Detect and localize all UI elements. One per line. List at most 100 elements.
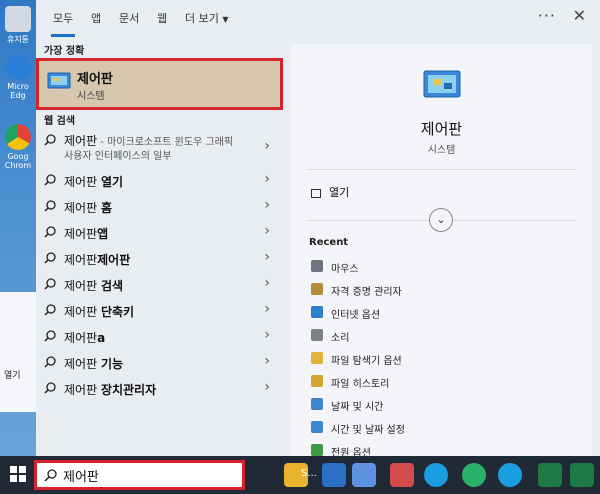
- settings-applet-icon: [311, 283, 323, 295]
- desktop-icon-chrome[interactable]: Goog Chrom: [3, 124, 33, 170]
- settings-applet-icon: [311, 306, 323, 318]
- suggestion-plain: 제어판: [64, 357, 101, 371]
- taskbar-app-label: S...: [301, 468, 317, 479]
- taskbar-app-app-blue-icon[interactable]: [352, 463, 376, 487]
- recent-item-label: 파일 히스토리: [331, 379, 390, 390]
- tab-more[interactable]: 더 보기 ▼: [185, 10, 229, 26]
- tab-more-label: 더 보기: [185, 12, 219, 25]
- recent-item[interactable]: 자격 증명 관리자: [311, 280, 581, 300]
- search-icon: [44, 134, 56, 146]
- suggestion-text: 제어판 검색: [64, 277, 123, 294]
- suggestion-plain: 제어판: [64, 331, 98, 345]
- best-match-item[interactable]: 제어판 시스템: [36, 58, 283, 110]
- divider: [307, 169, 577, 170]
- web-result-main[interactable]: 제어판 - 마이크로소프트 윈도우 그래픽 사용자 인터페이스의 일부 ›: [36, 128, 276, 164]
- desktop: 휴지통 Micro Edg Goog Chrom 열기: [0, 0, 36, 456]
- web-search-heading: 웹 검색: [44, 116, 76, 127]
- settings-applet-icon: [311, 329, 323, 341]
- recent-item-label: 날짜 및 시간: [331, 402, 384, 413]
- web-suggestion-item[interactable]: 제어판 열기 ›: [36, 168, 276, 194]
- taskbar-app-excel-icon[interactable]: [538, 463, 562, 487]
- tab-all[interactable]: 모두: [50, 10, 76, 37]
- control-panel-icon: [423, 70, 461, 98]
- suggestion-text: 제어판 기능: [64, 355, 123, 372]
- recent-item[interactable]: 소리: [311, 326, 581, 346]
- recent-item[interactable]: 마우스: [311, 257, 581, 277]
- tab-documents[interactable]: 문서: [119, 10, 139, 26]
- suggestion-bold: 단축키: [100, 305, 135, 319]
- web-suggestion-item[interactable]: 제어판앱 ›: [36, 220, 276, 246]
- web-suggestion-item[interactable]: 제어판 홈 ›: [36, 194, 276, 220]
- recent-item-label: 파일 탐색기 옵션: [331, 356, 402, 367]
- settings-applet-icon: [311, 260, 323, 272]
- recycle-bin-icon: [5, 6, 31, 32]
- web-result-term: 제어판: [64, 134, 98, 148]
- suggestion-text: 제어판 열기: [64, 173, 123, 190]
- web-suggestion-item[interactable]: 제어판 검색 ›: [36, 272, 276, 298]
- open-action[interactable]: 열기: [311, 184, 349, 200]
- search-icon: [44, 356, 56, 368]
- settings-applet-icon: [311, 421, 323, 433]
- suggestion-plain: 제어판: [64, 253, 98, 267]
- control-panel-icon: [47, 72, 71, 89]
- expand-chevron-icon[interactable]: ⌄: [429, 208, 453, 232]
- recent-item-label: 소리: [331, 333, 350, 344]
- suggestion-bold: 기능: [100, 357, 124, 371]
- search-icon: [44, 174, 56, 186]
- taskbar-app-snipping-icon[interactable]: [390, 463, 414, 487]
- background-window-label: 열기: [4, 371, 21, 381]
- suggestion-bold: 열기: [100, 175, 124, 189]
- suggestion-text: 제어판 장치관리자: [64, 381, 156, 398]
- chevron-right-icon: ›: [264, 353, 270, 369]
- suggestion-bold: 홈: [100, 201, 112, 215]
- chevron-right-icon: ›: [264, 327, 270, 343]
- taskbar-app-store-icon[interactable]: [322, 463, 346, 487]
- search-panel: 모두 앱 문서 웹 더 보기 ▼ ··· ✕ 가장 정확 제어판 시스템 웹 검…: [36, 0, 600, 459]
- web-suggestion-item[interactable]: 제어판 기능 ›: [36, 350, 276, 376]
- tab-web[interactable]: 웹: [157, 10, 167, 26]
- suggestion-text: 제어판 단축키: [64, 303, 134, 320]
- settings-applet-icon: [311, 352, 323, 364]
- desktop-icon-label: 휴지통: [6, 35, 30, 44]
- taskbar-app-edge-beta-icon[interactable]: [462, 463, 486, 487]
- desktop-icon-edge[interactable]: Micro Edg: [3, 54, 33, 100]
- taskbar-app-edge-dev-icon[interactable]: [498, 463, 522, 487]
- search-tabs-bar: 모두 앱 문서 웹 더 보기 ▼ ··· ✕: [36, 0, 600, 37]
- suggestion-plain: 제어판: [64, 227, 98, 241]
- open-label: 열기: [329, 186, 350, 199]
- chevron-down-icon: ▼: [222, 15, 229, 24]
- best-match-title: 제어판: [77, 72, 113, 87]
- search-icon: [44, 226, 56, 238]
- recent-item[interactable]: 파일 히스토리: [311, 372, 581, 392]
- taskbar-app-excel-2-icon[interactable]: [570, 463, 594, 487]
- tab-apps[interactable]: 앱: [91, 10, 101, 26]
- edge-icon: [5, 54, 31, 80]
- recent-item[interactable]: 날짜 및 시간: [311, 395, 581, 415]
- chevron-right-icon: ›: [264, 275, 270, 291]
- web-suggestion-item[interactable]: 제어판 단축키 ›: [36, 298, 276, 324]
- suggestion-text: 제어판제어판: [64, 251, 130, 268]
- search-icon: [44, 469, 57, 482]
- web-suggestion-item[interactable]: 제어판 장치관리자 ›: [36, 376, 276, 402]
- best-match-subtitle: 시스템: [77, 91, 105, 102]
- more-options-icon[interactable]: ···: [538, 6, 556, 25]
- windows-start-icon[interactable]: [10, 466, 26, 482]
- chevron-right-icon: ›: [264, 138, 270, 154]
- suggestion-bold: a: [97, 331, 106, 345]
- recent-item[interactable]: 인터넷 옵션: [311, 303, 581, 323]
- recent-item-label: 마우스: [331, 264, 359, 275]
- recent-item[interactable]: 파일 탐색기 옵션: [311, 349, 581, 369]
- recent-item[interactable]: 시간 및 날짜 설정: [311, 418, 581, 438]
- search-input[interactable]: 제어판: [63, 466, 99, 485]
- web-suggestion-item[interactable]: 제어판제어판 ›: [36, 246, 276, 272]
- desktop-icon-recycle-bin[interactable]: 휴지통: [3, 6, 33, 45]
- open-icon: [311, 188, 321, 198]
- suggestion-bold: 앱: [97, 227, 109, 241]
- suggestion-plain: 제어판: [64, 383, 101, 397]
- suggestion-plain: 제어판: [64, 305, 101, 319]
- web-suggestion-item[interactable]: 제어판a ›: [36, 324, 276, 350]
- recent-item-label: 자격 증명 관리자: [331, 287, 402, 298]
- close-icon[interactable]: ✕: [573, 6, 586, 25]
- taskbar-app-edge-icon[interactable]: [424, 463, 448, 487]
- taskbar-search-box[interactable]: 제어판: [34, 460, 245, 490]
